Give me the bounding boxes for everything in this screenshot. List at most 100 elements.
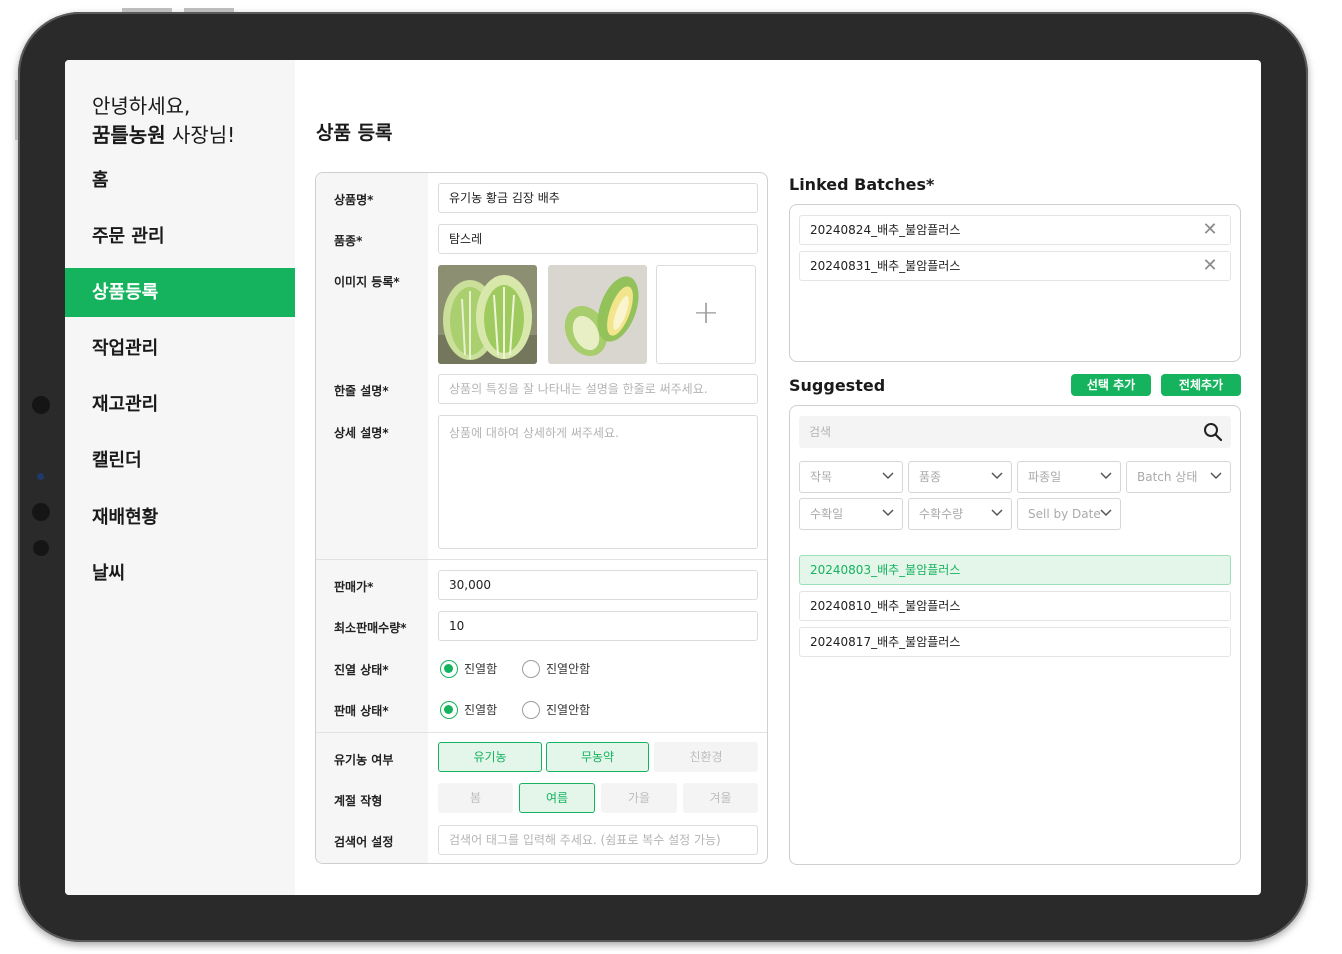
sidebar-item-calendar[interactable]: 캘린더	[65, 436, 295, 485]
season-chip-spring[interactable]: 봄	[438, 783, 513, 813]
detail-desc-textarea[interactable]: 상품에 대하여 상세하게 써주세요.	[438, 415, 758, 549]
organic-label: 유기농 여부	[334, 753, 394, 767]
sale-status-option-off[interactable]: 진열안함	[522, 699, 590, 721]
short-desc-label: 한줄 설명*	[334, 384, 389, 398]
price-label: 판매가*	[334, 580, 374, 594]
filter-label: 작목	[810, 470, 833, 484]
season-chip-summer[interactable]: 여름	[519, 783, 595, 813]
add-image-button[interactable]: +	[656, 265, 756, 364]
filter-batch-status-dropdown[interactable]: Batch 상태	[1126, 461, 1231, 493]
chevron-down-icon	[1100, 472, 1112, 480]
image-upload-label: 이미지 등록*	[334, 275, 400, 289]
suggested-batch-item[interactable]: 20240803_배추_불암플러스	[799, 555, 1231, 585]
search-placeholder: 검색	[809, 425, 832, 439]
hardware-button	[184, 8, 234, 12]
sidebar-item-inventory[interactable]: 재고관리	[65, 380, 295, 429]
filter-crop-dropdown[interactable]: 작목	[799, 461, 903, 493]
close-icon[interactable]: ✕	[1200, 219, 1220, 241]
search-input[interactable]: 검색	[799, 416, 1231, 448]
filter-label: 수확일	[810, 507, 844, 521]
chevron-down-icon	[991, 472, 1003, 480]
sale-status-option-on[interactable]: 진열함	[440, 699, 497, 721]
filter-harvest-date-dropdown[interactable]: 수확일	[799, 498, 903, 530]
product-image-2[interactable]	[548, 265, 647, 364]
sidebar-item-product-register[interactable]: 상품등록	[65, 268, 295, 317]
close-icon[interactable]: ✕	[1200, 255, 1220, 277]
chevron-down-icon	[991, 509, 1003, 517]
camera-lens	[37, 473, 44, 480]
app-screen: 안녕하세요, 꿈틀농원 사장님! 홈 주문 관리 상품등록 작업관리 재고관리 …	[65, 60, 1261, 895]
radio-label: 진열함	[464, 703, 498, 717]
camera-dot	[32, 396, 50, 414]
batch-label: 20240831_배추_불암플러스	[810, 259, 961, 273]
add-all-button[interactable]: 전체추가	[1161, 374, 1241, 396]
linked-batch-item: 20240831_배추_불암플러스 ✕	[799, 251, 1231, 281]
display-status-label: 진열 상태*	[334, 663, 389, 677]
sidebar: 안녕하세요, 꿈틀농원 사장님! 홈 주문 관리 상품등록 작업관리 재고관리 …	[65, 60, 295, 895]
radio-checked-icon	[440, 700, 458, 719]
keyword-input[interactable]: 검색어 태그를 입력해 주세요. (쉼표로 복수 설정 가능)	[438, 825, 758, 855]
filter-label: 수확수량	[919, 507, 964, 521]
greeting-line: 안녕하세요,	[92, 94, 191, 118]
detail-desc-label: 상세 설명*	[334, 426, 389, 440]
suggested-title: Suggested	[789, 376, 886, 395]
greeting: 안녕하세요, 꿈틀농원 사장님!	[92, 92, 235, 150]
search-icon[interactable]	[1203, 422, 1223, 442]
linked-batch-item: 20240824_배추_불암플러스 ✕	[799, 215, 1231, 245]
sale-status-label: 판매 상태*	[334, 704, 389, 718]
filter-label: 품종	[919, 470, 942, 484]
suggested-batch-item[interactable]: 20240810_배추_불암플러스	[799, 591, 1231, 621]
filter-label: Batch 상태	[1137, 470, 1198, 484]
radio-unchecked-icon	[522, 659, 540, 678]
camera-dot	[33, 540, 49, 556]
chevron-down-icon	[882, 472, 894, 480]
divider	[316, 559, 767, 560]
radio-label: 진열안함	[546, 662, 591, 676]
divider	[316, 732, 767, 733]
sidebar-item-tasks[interactable]: 작업관리	[65, 324, 295, 373]
suggested-batch-item[interactable]: 20240817_배추_불암플러스	[799, 627, 1231, 657]
organic-chip-organic[interactable]: 유기농	[438, 742, 542, 772]
hardware-button	[15, 80, 18, 140]
chevron-down-icon	[882, 509, 894, 517]
sidebar-item-weather[interactable]: 날씨	[65, 549, 295, 598]
radio-label: 진열안함	[546, 703, 591, 717]
product-name-label: 상품명*	[334, 193, 374, 207]
organic-chip-pesticide-free[interactable]: 무농약	[546, 742, 649, 772]
season-chip-autumn[interactable]: 가을	[601, 783, 677, 813]
display-status-option-on[interactable]: 진열함	[440, 658, 497, 680]
suggested-panel: 검색 작목 품종 파종일 Batch 상태 수확일 수확수량 Sell by D…	[789, 405, 1241, 865]
add-selected-button[interactable]: 선택 추가	[1071, 374, 1151, 396]
sidebar-item-orders[interactable]: 주문 관리	[65, 212, 295, 261]
min-qty-input[interactable]: 10	[438, 611, 758, 641]
keyword-label: 검색어 설정	[334, 835, 394, 849]
filter-variety-dropdown[interactable]: 품종	[908, 461, 1012, 493]
price-input[interactable]: 30,000	[438, 570, 758, 600]
camera-dot	[32, 503, 50, 521]
radio-unchecked-icon	[522, 700, 540, 719]
organic-chip-eco[interactable]: 친환경	[654, 742, 758, 772]
filter-label: 파종일	[1028, 470, 1062, 484]
product-image-1[interactable]	[438, 265, 537, 364]
greeting-suffix: 사장님!	[165, 123, 236, 147]
filter-label: Sell by Date	[1028, 507, 1101, 521]
filter-harvest-qty-dropdown[interactable]: 수확수량	[908, 498, 1012, 530]
display-status-option-off[interactable]: 진열안함	[522, 658, 590, 680]
chevron-down-icon	[1210, 472, 1222, 480]
short-desc-input[interactable]: 상품의 특징을 잘 나타내는 설명을 한줄로 써주세요.	[438, 374, 758, 404]
radio-checked-icon	[440, 659, 458, 678]
filter-sowing-date-dropdown[interactable]: 파종일	[1017, 461, 1121, 493]
linked-batches-panel: 20240824_배추_불암플러스 ✕ 20240831_배추_불암플러스 ✕	[789, 204, 1241, 362]
sidebar-item-home[interactable]: 홈	[65, 156, 295, 205]
linked-batches-title: Linked Batches*	[789, 175, 935, 194]
variety-input[interactable]: 탐스레	[438, 224, 758, 254]
variety-label: 품종*	[334, 234, 363, 248]
filter-sell-by-date-dropdown[interactable]: Sell by Date	[1017, 498, 1121, 530]
season-chip-winter[interactable]: 겨울	[683, 783, 758, 813]
sidebar-item-cultivation[interactable]: 재배현황	[65, 493, 295, 542]
radio-label: 진열함	[464, 662, 498, 676]
product-name-input[interactable]: 유기농 황금 김장 배추	[438, 183, 758, 213]
product-form: 상품명* 유기농 황금 김장 배추 품종* 탐스레 이미지 등록* + 한줄 설…	[315, 172, 768, 864]
page-title: 상품 등록	[316, 122, 393, 144]
hardware-button	[122, 8, 172, 12]
